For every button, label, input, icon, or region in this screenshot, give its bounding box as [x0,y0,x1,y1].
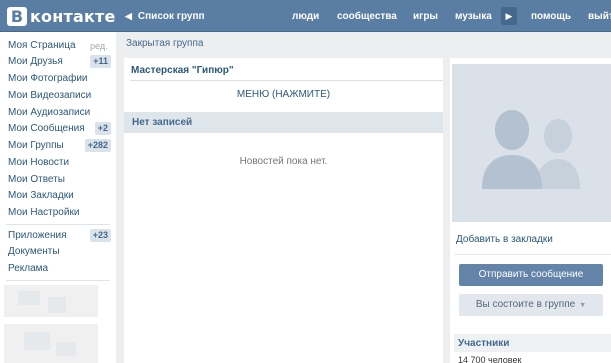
sidebar-item-news[interactable]: Мои Новости [8,155,69,171]
logo-letter: В [7,6,27,26]
members-count: 14 700 человек [458,355,522,363]
wall-header-label: Нет записей [132,117,193,128]
nav-people[interactable]: люди [292,0,319,32]
group-menu-link[interactable]: МЕНЮ (НАЖМИТЕ) [124,89,443,100]
menu-divider [6,224,110,225]
nav-logout[interactable]: выйти [588,0,611,32]
divider [130,80,443,81]
back-label: Список групп [137,10,205,22]
nav-communities[interactable]: сообщества [337,0,397,32]
blurred-ad-block [4,324,98,363]
logo-text: контакте [30,6,116,26]
sidebar-item-audio[interactable]: Мои Аудиозаписи [8,105,90,121]
blurred-ad-block [4,285,98,317]
group-page: Закрытая группа Мастерская "Гипюр" МЕНЮ … [116,32,611,363]
members-header-label: Участники [458,338,510,349]
chevron-left-icon: ◀ [125,10,132,21]
caret-down-icon: ▼ [579,302,587,309]
send-message-button[interactable]: Отправить сообщение [459,264,603,286]
group-avatar[interactable] [452,64,611,222]
members-header[interactable]: Участники [454,334,611,352]
add-bookmark-link[interactable]: Добавить в закладки [456,234,553,245]
left-menu: Моя Страница ред. Мои Друзья +11 Мои Фот… [0,32,116,363]
sidebar-item-groups[interactable]: Мои Группы [8,138,64,154]
apps-count-badge: +23 [89,229,111,242]
friends-count-badge: +11 [90,55,111,68]
sidebar-item-apps[interactable]: Приложения [8,228,67,244]
sidebar-item-videos[interactable]: Мои Видеозаписи [8,88,91,104]
group-name: Мастерская "Гипюр" [131,65,234,76]
back-to-groups-link[interactable]: ◀ Список групп [125,0,205,32]
sidebar-item-documents[interactable]: Документы [8,244,60,260]
play-icon[interactable]: ▶ [501,7,517,25]
divider [454,254,611,255]
sidebar-item-settings[interactable]: Мои Настройки [8,205,79,221]
sidebar-item-bookmarks[interactable]: Мои Закладки [8,188,74,204]
group-sidebar: Добавить в закладки Отправить сообщение … [450,58,611,363]
nav-music[interactable]: музыка [455,0,492,32]
vk-logo[interactable]: В контакте [7,6,116,26]
sidebar-item-photos[interactable]: Мои Фотографии [8,71,88,87]
top-header: В контакте ◀ Список групп люди сообществ… [0,0,611,32]
membership-dropdown[interactable]: Вы состоите в группе ▼ [459,294,603,316]
group-placeholder-icon [482,110,580,189]
groups-count-badge: +282 [84,139,111,152]
sidebar-item-answers[interactable]: Мои Ответы [8,172,65,188]
menu-divider [6,280,110,281]
messages-count-badge: +2 [94,122,111,135]
edit-link[interactable]: ред. [90,41,108,51]
membership-label: Вы состоите в группе [475,299,576,310]
group-wall-panel: Мастерская "Гипюр" МЕНЮ (НАЖМИТЕ) Нет за… [124,58,443,363]
wall-header: Нет записей [124,112,443,133]
nav-games[interactable]: игры [413,0,438,32]
sidebar-item-friends[interactable]: Мои Друзья [8,54,63,70]
sidebar-item-ads[interactable]: Реклама [8,261,48,277]
group-type-label: Закрытая группа [126,38,204,49]
wall-empty-text: Новостей пока нет. [239,156,328,167]
nav-help[interactable]: помощь [531,0,571,32]
sidebar-item-messages[interactable]: Мои Сообщения [8,121,85,137]
sidebar-item-my-page[interactable]: Моя Страница [8,38,76,54]
